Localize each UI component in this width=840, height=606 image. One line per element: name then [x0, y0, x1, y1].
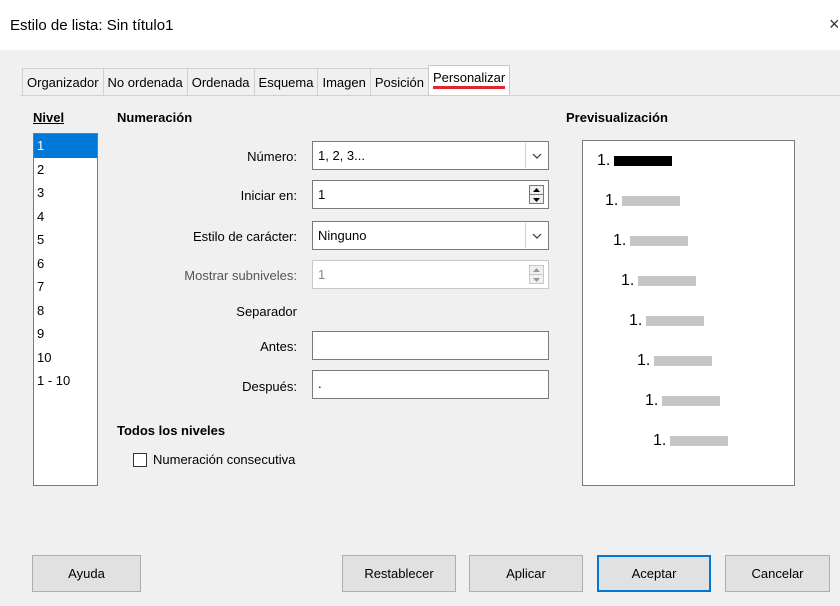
- number-label: Número:: [247, 149, 297, 164]
- char-style-value: Ninguno: [318, 228, 367, 243]
- level-item-3[interactable]: 3: [34, 181, 97, 205]
- before-input[interactable]: [312, 331, 549, 360]
- preview-line: 1.: [597, 152, 673, 170]
- number-value: 1, 2, 3...: [318, 148, 365, 163]
- level-item-8[interactable]: 8: [34, 299, 97, 323]
- after-input[interactable]: .: [312, 370, 549, 399]
- all-levels-heading: Todos los niveles: [117, 423, 226, 438]
- after-label: Después:: [242, 379, 297, 394]
- preview-line: 1.: [637, 352, 713, 370]
- start-spinner[interactable]: 1: [312, 180, 549, 209]
- preview-heading: Previsualización: [566, 110, 668, 125]
- consecutive-checkbox[interactable]: [133, 453, 147, 467]
- tab-posicion[interactable]: Posición: [369, 68, 429, 95]
- tab-ordenada[interactable]: Ordenada: [186, 68, 255, 95]
- level-item-all[interactable]: 1 - 10: [34, 369, 97, 393]
- level-item-9[interactable]: 9: [34, 322, 97, 346]
- spin-up-icon[interactable]: [530, 186, 543, 195]
- level-heading: Nivel: [33, 110, 65, 125]
- level-item-10[interactable]: 10: [34, 346, 97, 370]
- level-item-6[interactable]: 6: [34, 252, 97, 276]
- spin-up-icon: [530, 266, 543, 275]
- char-style-label: Estilo de carácter:: [192, 229, 297, 244]
- tab-personalizar[interactable]: Personalizar: [427, 65, 511, 95]
- level-item-5[interactable]: 5: [34, 228, 97, 252]
- tab-bar: Organizador No ordenada Ordenada Esquema…: [22, 65, 511, 96]
- chevron-down-icon[interactable]: [525, 143, 547, 168]
- cancel-button[interactable]: Cancelar: [725, 555, 830, 592]
- tab-esquema[interactable]: Esquema: [253, 68, 319, 95]
- spin-down-icon: [530, 275, 543, 284]
- preview-line: 1.: [605, 192, 681, 210]
- separator-label: Separador: [236, 304, 297, 319]
- numbering-heading: Numeración: [117, 110, 193, 125]
- tab-imagen[interactable]: Imagen: [317, 68, 371, 95]
- number-select[interactable]: 1, 2, 3...: [312, 141, 549, 170]
- preview-line: 1.: [621, 272, 697, 290]
- level-item-2[interactable]: 2: [34, 158, 97, 182]
- preview-line: 1.: [613, 232, 689, 250]
- ok-button[interactable]: Aceptar: [597, 555, 711, 592]
- before-label: Antes:: [260, 339, 297, 354]
- close-icon[interactable]: ×: [829, 14, 840, 35]
- start-value: 1: [318, 187, 326, 202]
- level-list[interactable]: 1 2 3 4 5 6 7 8 9 10 1 - 10: [33, 133, 98, 486]
- window-title: Estilo de lista: Sin título1: [10, 17, 174, 34]
- char-style-select[interactable]: Ninguno: [312, 221, 549, 250]
- apply-button[interactable]: Aplicar: [469, 555, 583, 592]
- tab-organizador[interactable]: Organizador: [22, 68, 104, 95]
- sublevels-spinner: 1: [312, 260, 549, 289]
- spin-down-icon[interactable]: [530, 195, 543, 204]
- reset-button[interactable]: Restablecer: [342, 555, 456, 592]
- spin-buttons[interactable]: [529, 185, 544, 204]
- start-label: Iniciar en:: [240, 188, 297, 203]
- sublevels-label: Mostrar subniveles:: [184, 268, 297, 283]
- tab-no-ordenada[interactable]: No ordenada: [102, 68, 188, 95]
- help-button[interactable]: Ayuda: [32, 555, 141, 592]
- preview-line: 1.: [645, 392, 721, 410]
- preview-line: 1.: [653, 432, 729, 450]
- level-item-1[interactable]: 1: [34, 134, 97, 158]
- consecutive-label[interactable]: Numeración consecutiva: [153, 452, 295, 467]
- level-item-4[interactable]: 4: [34, 205, 97, 229]
- chevron-down-icon[interactable]: [525, 223, 547, 248]
- preview-box: 1. 1. 1. 1. 1. 1. 1. 1.: [582, 140, 795, 486]
- after-value: .: [318, 376, 322, 391]
- spin-buttons: [529, 265, 544, 284]
- preview-line: 1.: [629, 312, 705, 330]
- level-item-7[interactable]: 7: [34, 275, 97, 299]
- sublevels-value: 1: [318, 267, 326, 282]
- title-bar: Estilo de lista: Sin título1 ×: [0, 0, 840, 50]
